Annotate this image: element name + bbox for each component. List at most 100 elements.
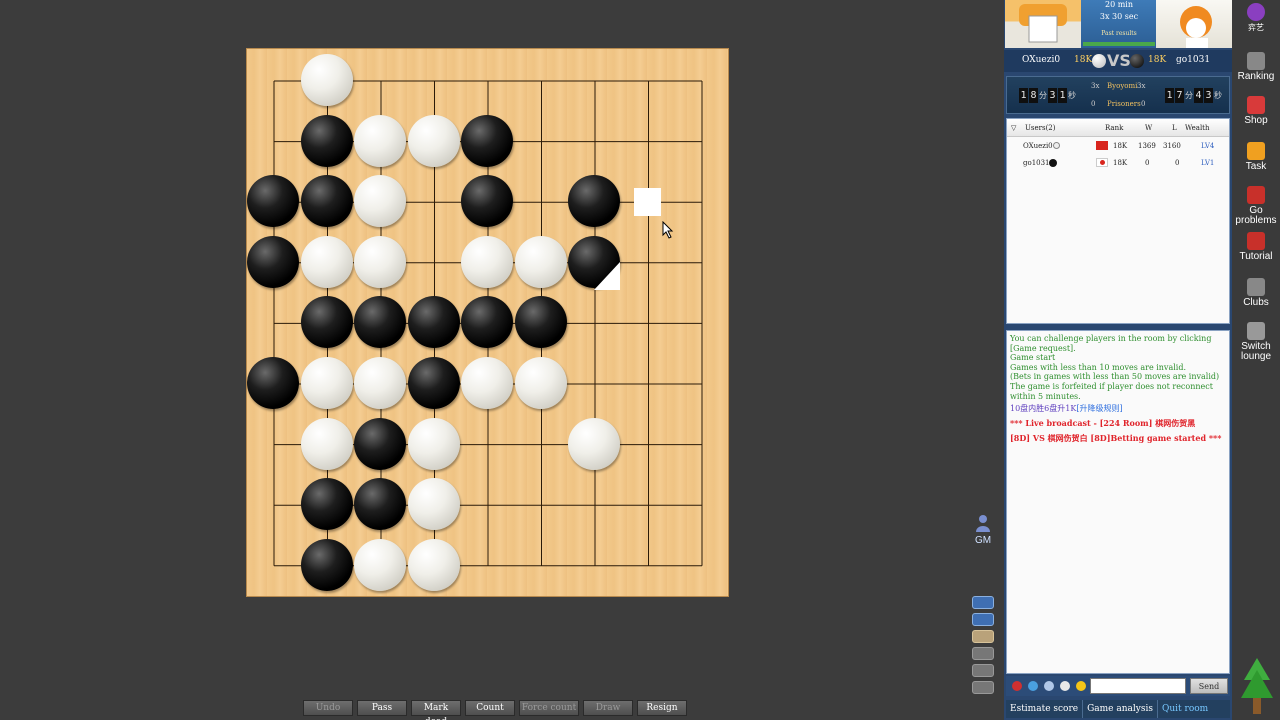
sidebar-item-switch-lounge[interactable]: Switch lounge: [1232, 322, 1280, 362]
tab-estimate-score[interactable]: Estimate score: [1006, 700, 1084, 718]
quit-room-button[interactable]: Quit room: [1158, 700, 1212, 718]
black-stone: [461, 175, 513, 228]
black-stone-icon: [1130, 54, 1144, 68]
emoji-icon[interactable]: [1076, 681, 1086, 691]
pass-button[interactable]: Pass: [357, 700, 407, 716]
share-icon[interactable]: [972, 596, 994, 609]
player-cartoon-icon: [1019, 4, 1067, 43]
white-stone: [300, 235, 353, 288]
sidebar-item-clubs[interactable]: Clubs: [1232, 278, 1280, 308]
clock-digit: 3: [1048, 88, 1057, 103]
sidebar-item-tutorial[interactable]: Tutorial: [1232, 232, 1280, 262]
tab-game-analysis[interactable]: Game analysis: [1083, 700, 1158, 718]
user-wealth: LV4: [1201, 142, 1215, 150]
system-message: The game is forfeited if player does not…: [1010, 381, 1213, 401]
microphone-icon[interactable]: [1044, 681, 1054, 691]
black-stone: [461, 114, 513, 167]
white-stone: [300, 357, 353, 409]
white-stone: [354, 235, 406, 288]
betting-message[interactable]: [8D] VS 棋网伤贺白 [8D]Betting game started *…: [1010, 433, 1226, 444]
force-count-button[interactable]: Force count: [519, 700, 579, 716]
sidebar-item-go-problems[interactable]: Go problems: [1232, 186, 1280, 226]
user-row[interactable]: OXuezi0 18K 1369 3160 LV4: [1007, 137, 1229, 154]
white-stone: [354, 538, 406, 591]
black-stone: [407, 296, 460, 349]
chat-log[interactable]: You can challenge players in the room by…: [1006, 330, 1230, 674]
black-player-avatar[interactable]: [1156, 0, 1232, 48]
game-window: { "board": { "lines": 9, "last_move": "t…: [0, 0, 1280, 720]
user-row[interactable]: go1031 18K 0 0 LV1: [1007, 154, 1229, 171]
user-name: OXuezi0: [1023, 142, 1053, 150]
black-clock: 1 7 分 4 3 秒: [1165, 88, 1222, 103]
rules-link[interactable]: [升降级规则]: [1076, 404, 1122, 413]
chat-bubble-icon[interactable]: [1060, 681, 1070, 691]
black-stone: [300, 175, 353, 228]
sidebar-item-shop[interactable]: Shop: [1232, 96, 1280, 126]
user-wealth: LV1: [1201, 159, 1215, 167]
past-results-link[interactable]: Past results: [1081, 30, 1157, 37]
add-icon[interactable]: [972, 681, 994, 694]
undo-button[interactable]: Undo: [303, 700, 353, 716]
sidebar-label: 弈艺: [1248, 23, 1264, 32]
sidebar-item-home[interactable]: 弈艺: [1232, 3, 1280, 33]
system-message: Game start: [1010, 353, 1056, 363]
rank-column[interactable]: Rank: [1105, 124, 1123, 132]
white-stone: [300, 54, 353, 106]
clock-digit: 1: [1058, 88, 1067, 103]
gm-button[interactable]: GM: [972, 514, 994, 546]
users-header: ▽ Users(2) Rank W L Wealth: [1007, 119, 1229, 137]
gm-person-icon: [976, 515, 990, 532]
calendar-icon: [1247, 142, 1265, 160]
last-move-marker: [594, 262, 620, 290]
collapse-icon[interactable]: ▽: [1011, 124, 1016, 132]
black-stone: [354, 478, 406, 531]
tree-icon[interactable]: [1240, 656, 1274, 716]
sidebar-label: Tutorial: [1239, 251, 1273, 262]
user-wins: 1369: [1138, 142, 1156, 150]
white-stone: [407, 417, 460, 470]
clock-digit: 7: [1175, 88, 1184, 103]
black-stone: [407, 357, 460, 409]
wealth-column[interactable]: Wealth: [1185, 124, 1210, 132]
panel-tabs: Estimate score Game analysis Quit room: [1006, 700, 1230, 718]
black-player-name[interactable]: go1031: [1176, 55, 1210, 65]
user-losses: 3160: [1163, 142, 1181, 150]
move-numbers-icon[interactable]: [972, 647, 994, 660]
white-byoyomi-count: 3x: [1091, 82, 1100, 90]
black-stone: [461, 296, 513, 349]
byoyomi-setting: 3x 30 sec: [1099, 12, 1139, 21]
board-style-icon[interactable]: [972, 630, 994, 643]
app-sidebar: 弈艺 Ranking Shop Task Go problems Tutoria…: [1232, 0, 1280, 720]
globe-icon[interactable]: [1028, 681, 1038, 691]
black-player-rank: 18K: [1148, 55, 1167, 65]
draw-button[interactable]: Draw: [583, 700, 633, 716]
block-icon[interactable]: [1012, 681, 1022, 691]
zoom-icon[interactable]: [972, 664, 994, 677]
users-title: Users(2): [1025, 124, 1056, 132]
white-player-avatar[interactable]: [1005, 0, 1081, 48]
sidebar-item-task[interactable]: Task: [1232, 142, 1280, 172]
sidebar-item-ranking[interactable]: Ranking: [1232, 52, 1280, 82]
byoyomi-label: Byoyomi: [1107, 82, 1138, 90]
sound-icon[interactable]: [972, 613, 994, 626]
live-broadcast-message[interactable]: *** Live broadcast - [224 Room] 棋网伤贺黑: [1010, 418, 1226, 429]
white-stone: [514, 357, 567, 409]
losses-column[interactable]: L: [1172, 124, 1177, 132]
clock-digit: 4: [1194, 88, 1203, 103]
white-player-name[interactable]: OXuezi0: [1022, 55, 1060, 65]
problems-icon: [1247, 186, 1265, 204]
system-message: You can challenge players in the room by…: [1010, 334, 1212, 353]
wins-column[interactable]: W: [1145, 124, 1152, 132]
white-stone: [514, 235, 567, 288]
user-losses: 0: [1175, 159, 1180, 167]
mark-dead-button[interactable]: Mark dead: [411, 700, 461, 720]
clock-unit: 分: [1185, 91, 1193, 100]
clock-digit: 3: [1204, 88, 1213, 103]
count-button[interactable]: Count: [465, 700, 515, 716]
sidebar-label: Clubs: [1243, 297, 1269, 308]
chat-input[interactable]: [1090, 678, 1186, 694]
japan-flag-icon: [1096, 158, 1108, 167]
send-button[interactable]: Send: [1190, 678, 1228, 694]
resign-button[interactable]: Resign: [637, 700, 687, 716]
white-stone: [461, 235, 513, 288]
